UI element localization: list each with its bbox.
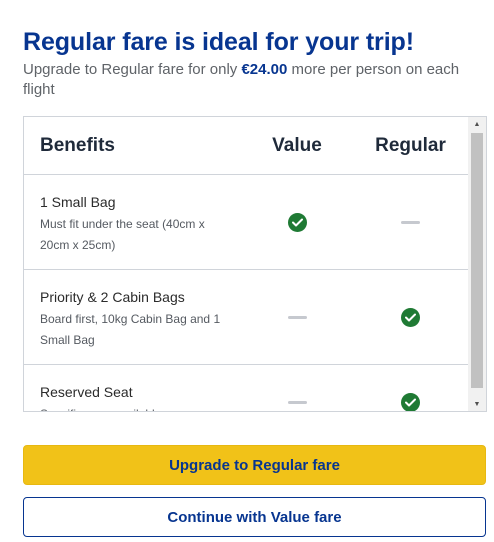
benefit-cell: Reserved Seat Specific rows available — [24, 365, 242, 411]
column-header-regular: Regular — [375, 134, 446, 156]
table-row: 1 Small Bag Must fit under the seat (40c… — [24, 175, 469, 270]
table-row: Priority & 2 Cabin Bags Board first, 10k… — [24, 270, 469, 365]
check-circle-icon — [287, 212, 307, 232]
benefit-title: 1 Small Bag — [40, 194, 116, 210]
check-circle-icon — [401, 307, 420, 327]
value-cell — [242, 175, 352, 269]
fare-comparison-table[interactable]: Benefits Value Regular 1 Small Bag Must … — [23, 116, 487, 412]
dash-icon — [401, 220, 420, 224]
regular-cell — [352, 270, 469, 364]
dash-icon — [287, 315, 307, 319]
benefit-description: Board first, 10kg Cabin Bag and 1 Small … — [40, 312, 221, 347]
triangle-up-icon[interactable]: ▲ — [468, 117, 486, 131]
benefit-cell: Priority & 2 Cabin Bags Board first, 10k… — [24, 270, 242, 364]
benefit-description: Specific rows available — [40, 404, 235, 411]
benefit-cell: 1 Small Bag Must fit under the seat (40c… — [24, 175, 242, 269]
value-cell — [242, 365, 352, 411]
page-title: Regular fare is ideal for your trip! — [23, 28, 414, 56]
check-circle-icon — [401, 393, 420, 411]
dash-icon — [287, 401, 307, 404]
continue-with-value-button[interactable]: Continue with Value fare — [23, 497, 486, 537]
upgrade-price: €24.00 — [241, 61, 288, 78]
table-row: Reserved Seat Specific rows available — [24, 365, 469, 411]
upgrade-to-regular-button[interactable]: Upgrade to Regular fare — [23, 445, 486, 485]
column-header-benefits: Benefits — [40, 134, 115, 156]
triangle-down-icon[interactable]: ▼ — [468, 397, 486, 411]
value-cell — [242, 270, 352, 364]
table-header: Benefits Value Regular — [24, 117, 469, 175]
benefit-title: Priority & 2 Cabin Bags — [40, 289, 185, 305]
benefit-title: Reserved Seat — [40, 384, 133, 400]
regular-cell — [352, 175, 469, 269]
table-scroll-content: Benefits Value Regular 1 Small Bag Must … — [24, 117, 469, 411]
benefit-description: Must fit under the seat (40cm x 20cm x 2… — [40, 217, 205, 252]
scrollbar-thumb[interactable] — [471, 133, 483, 388]
table-scrollbar[interactable]: ▲ ▼ — [468, 117, 486, 411]
upgrade-subtitle: Upgrade to Regular fare for only €24.00 … — [23, 60, 493, 100]
subtitle-text-before: Upgrade to Regular fare for only — [23, 61, 242, 78]
regular-cell — [352, 365, 469, 411]
column-header-value: Value — [272, 134, 322, 156]
